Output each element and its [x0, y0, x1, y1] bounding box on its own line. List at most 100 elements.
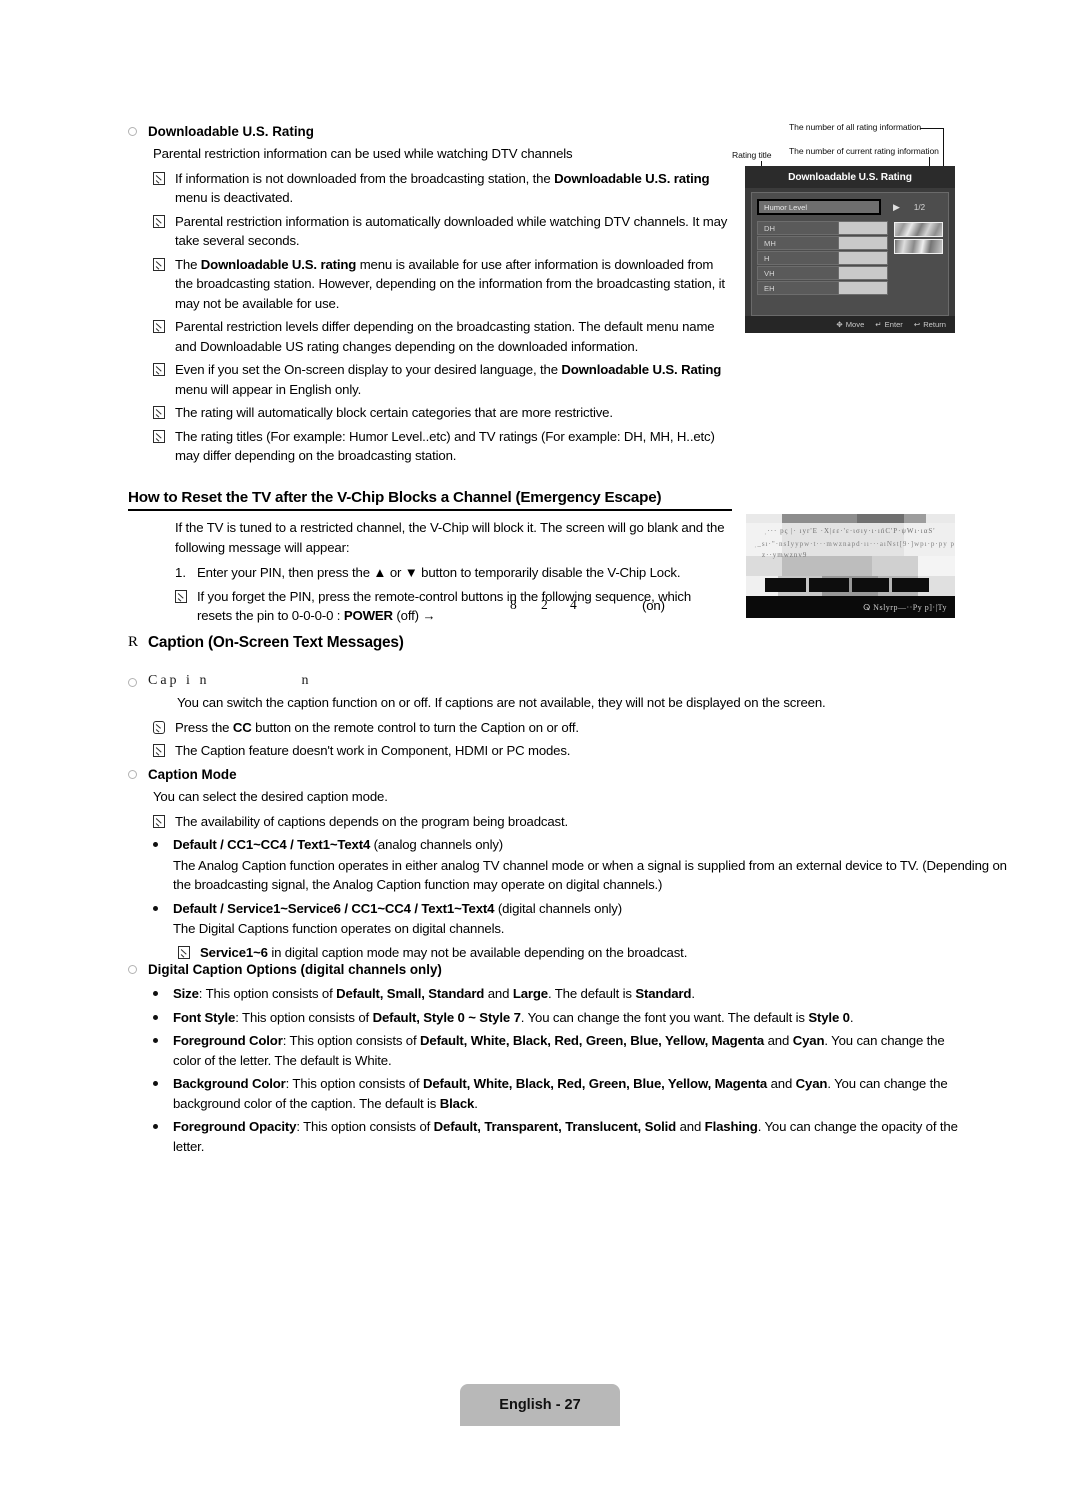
- digital-option-0-seg-0: Size: [173, 986, 199, 1001]
- digital-option-1-seg-0: Font Style: [173, 1009, 236, 1025]
- r-marker-glyph: R: [128, 634, 139, 650]
- osd-rating-item[interactable]: EH: [757, 281, 888, 295]
- downloadable-note-1-row: Parental restriction information is auto…: [153, 212, 728, 251]
- note-icon: [175, 589, 187, 603]
- osd-rating-item-checkbox[interactable]: [838, 282, 887, 294]
- osd-rating-item-label: VH: [758, 267, 838, 279]
- downloadable-notes-list: If information is not downloaded from th…: [128, 169, 728, 466]
- vchip-step-text: Enter your PIN, then press the ▲ or ▼ bu…: [197, 565, 681, 580]
- caption-mode-bullet-title-1-seg-0: Default / Service1~Service6 / CC1~CC4 / …: [173, 900, 495, 916]
- caption-mode-bullet-0: Default / CC1~CC4 / Text1~Text4 (analog …: [153, 835, 958, 855]
- caption-heading: Caption (On-Screen Text Messages): [148, 634, 404, 651]
- caption-mode-bullet-body-0: The Analog Caption function operates in …: [173, 857, 1007, 893]
- digital-options-heading-row: Digital Caption Options (digital channel…: [128, 960, 963, 979]
- dot-bullet-icon: [153, 842, 158, 847]
- downloadable-note-6-text: The rating titles (For example: Humor Le…: [175, 427, 728, 466]
- caption-mode-bullet-title-0-seg-0: Default / CC1~CC4 / Text1~Text4: [173, 837, 371, 852]
- move-label: Move: [845, 320, 865, 329]
- caption-mode-desc: You can select the desired caption mode.: [153, 789, 388, 804]
- osd-rating-item[interactable]: MH: [757, 236, 888, 250]
- digital-option-3-seg-2: Default, White, Black, Red, Green, Blue,…: [422, 1076, 768, 1091]
- note-icon: [153, 429, 165, 443]
- digital-options-bullets: Size : This option consists of Default, S…: [128, 984, 963, 1156]
- leader-all-h: [920, 128, 944, 129]
- osd-thumbnails: [894, 221, 943, 310]
- digital-option-0-seg-4: Large: [512, 986, 548, 1001]
- caption-note-0-row: Press the CC button on the remote contro…: [153, 718, 958, 738]
- caption-mode-subnote-seg-0: Service1~6: [200, 944, 268, 960]
- osd-rating-item[interactable]: VH: [757, 266, 888, 280]
- dot-bullet-icon: [153, 1038, 158, 1043]
- digital-option-2-seg-0: Foreground Color: [173, 1033, 283, 1048]
- sequence-digit-3: 4: [570, 597, 577, 612]
- downloadable-note-4-seg-0: Even if you set the On-screen display to…: [175, 362, 562, 377]
- osd-rating-list: DH MH H VH EH: [757, 221, 888, 310]
- downloadable-note-0-seg-1: Downloadable U.S. rating: [554, 170, 710, 186]
- osd-rating-item[interactable]: DH: [757, 221, 888, 235]
- dot-bullet-icon: [153, 1014, 158, 1020]
- vchip-step-number: 1.: [175, 565, 186, 580]
- tv-scrambled-line-1: ˌ··· pς |· ıyr'E ·X|εε·'ε·ισıy·ı·ıńC'P·ψ…: [764, 527, 936, 535]
- digital-option-0-seg-3: and: [484, 986, 513, 1001]
- downloadable-note-6-seg-0: The rating titles (For example: Humor Le…: [175, 428, 715, 464]
- osd-right-arrow-icon[interactable]: ▶: [893, 202, 900, 213]
- digital-option-0-seg-6: Standard: [635, 986, 692, 1001]
- osd-hint-move: ✥ Move: [836, 320, 864, 329]
- downloadable-note-3-seg-0: Parental restriction levels differ depen…: [175, 319, 715, 354]
- osd-rating-title-field[interactable]: Humor Level: [757, 199, 881, 215]
- digital-option-0-seg-5: . The default is: [547, 986, 636, 1001]
- caption-mode-note: The availability of captions depends on …: [175, 813, 569, 829]
- digital-option-text-2: Foreground Color: This option consists o…: [173, 1031, 963, 1070]
- digital-option-3-seg-6: Black: [439, 1095, 475, 1111]
- osd-rating-item-label: DH: [758, 222, 838, 234]
- osd-rating-item-label: EH: [758, 282, 838, 294]
- caption-mode-heading-row: Caption Mode: [128, 765, 958, 784]
- caption-mode-note-row: The availability of captions depends on …: [153, 812, 958, 832]
- downloadable-note-0-seg-0: If information is not downloaded from th…: [175, 170, 555, 186]
- osd-rating-item-checkbox[interactable]: [838, 237, 887, 249]
- digital-option-text-3: Background Color: This option consists o…: [173, 1074, 963, 1113]
- osd-rating-item-checkbox[interactable]: [838, 267, 887, 279]
- osd-rating-item-checkbox[interactable]: [838, 252, 887, 264]
- sequence-on-label: (on): [642, 598, 665, 613]
- tv-block-f: [872, 556, 918, 576]
- caption-mode-bullet-title-0-seg-1: (analog channels only): [370, 837, 504, 852]
- digital-option-1-seg-1: : This option consists of: [235, 1009, 373, 1025]
- digital-option-bullet-1: Font Style: This option consists of Defa…: [153, 1008, 963, 1028]
- tv-black-bar-1: [765, 578, 806, 592]
- digital-option-1-seg-5: .: [849, 1009, 854, 1025]
- caption-mode-subnote-seg-1: in digital caption mode may not be avail…: [267, 944, 688, 960]
- osd-menu-graphic: Downloadable U.S. Rating Humor Level ▶ 1…: [745, 166, 955, 333]
- note-icon: [153, 214, 165, 228]
- enter-label: Enter: [884, 320, 903, 329]
- page-number-label: English - 27: [499, 1397, 581, 1413]
- callout-rating-title: Rating title: [732, 150, 772, 160]
- downloadable-note-4-text: Even if you set the On-screen display to…: [175, 360, 728, 399]
- osd-rating-item[interactable]: H: [757, 251, 888, 265]
- caption-description: You can switch the caption function on o…: [177, 695, 826, 710]
- osd-rating-item-checkbox[interactable]: [838, 222, 887, 234]
- digital-option-0-seg-7: .: [691, 986, 695, 1001]
- remote-button-icon: [153, 720, 165, 734]
- section-caption-mode: Caption Mode You can select the desired …: [128, 765, 1007, 962]
- circle-bullet-icon: [128, 770, 137, 779]
- vchip-note-seg-2: (off) →: [392, 608, 436, 623]
- tv-scrambled-line-2: ˌ_sı·"·nsIyypw·t···mwznapd·ıı···aıNst[9·…: [754, 540, 955, 548]
- note-icon: [153, 363, 165, 376]
- downloadable-note-2-row: The Downloadable U.S. rating menu is ava…: [153, 255, 728, 314]
- caption-mode-bullet-title-1-seg-1: (digital channels only): [494, 900, 622, 916]
- digital-option-1-seg-2: Default, Style 0 ~ Style 7: [372, 1009, 521, 1025]
- digital-option-3-seg-3: and: [767, 1076, 796, 1091]
- note-icon: [153, 814, 165, 828]
- digital-option-bullet-2: Foreground Color: This option consists o…: [153, 1031, 963, 1070]
- downloadable-note-6-row: The rating titles (For example: Humor Le…: [153, 427, 728, 466]
- digital-option-4-seg-4: Flashing: [704, 1119, 758, 1134]
- return-icon: ↩: [913, 320, 921, 329]
- note-icon: [153, 257, 165, 271]
- digital-option-text-1: Font Style: This option consists of Defa…: [173, 1008, 963, 1028]
- move-icon: ✥: [836, 320, 843, 329]
- caption-subheading-row: Cap i n n: [128, 673, 958, 689]
- dot-bullet-icon: [153, 1081, 158, 1086]
- downloadable-note-2-seg-1: Downloadable U.S. rating: [200, 256, 357, 272]
- downloadable-note-3-text: Parental restriction levels differ depen…: [175, 317, 728, 356]
